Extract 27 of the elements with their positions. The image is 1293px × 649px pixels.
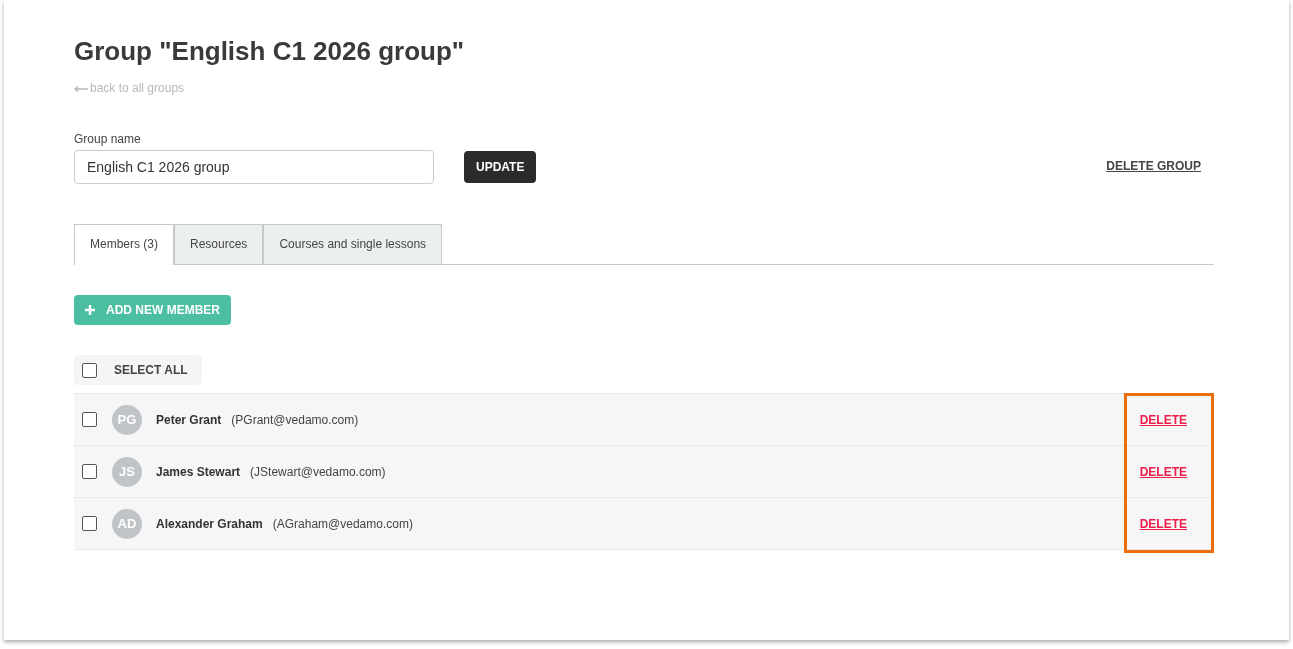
member-name: Peter Grant xyxy=(156,412,222,427)
group-name-field[interactable]: English C1 2026 group xyxy=(74,150,434,184)
member-name: James Stewart xyxy=(156,464,241,479)
update-button[interactable]: UPDATE xyxy=(464,151,537,183)
member-checkbox[interactable] xyxy=(82,464,97,479)
delete-group-link[interactable]: DELETE GROUP xyxy=(1106,159,1201,173)
select-all-checkbox[interactable] xyxy=(82,362,97,378)
tab[interactable]: Courses and single lessons xyxy=(263,224,443,264)
member-checkbox[interactable] xyxy=(82,516,97,531)
select-all-label: SELECT ALL xyxy=(114,363,188,377)
delete-link[interactable]: DELETE xyxy=(1139,464,1187,479)
avatar-initials: JS xyxy=(112,456,142,487)
field-label: Group name xyxy=(74,132,142,146)
avatar-initials: AD xyxy=(112,508,142,539)
delete-link[interactable]: DELETE xyxy=(1139,516,1187,531)
tab[interactable]: Resources xyxy=(174,224,264,264)
left-arrow-icon xyxy=(74,86,88,92)
page-title: Group "English C1 2026 group" xyxy=(74,35,466,68)
tab[interactable]: Members (3) xyxy=(74,224,174,265)
delete-link[interactable]: DELETE xyxy=(1139,412,1187,427)
member-name: Alexander Graham xyxy=(156,516,263,531)
member-email: (JStewart@vedamo.com) xyxy=(250,464,386,479)
member-email: (AGraham@vedamo.com) xyxy=(272,516,413,531)
member-checkbox[interactable] xyxy=(82,412,97,427)
avatar-initials: PG xyxy=(112,404,142,435)
plus-icon xyxy=(85,305,95,315)
member-email: (PGrant@vedamo.com) xyxy=(231,412,359,427)
